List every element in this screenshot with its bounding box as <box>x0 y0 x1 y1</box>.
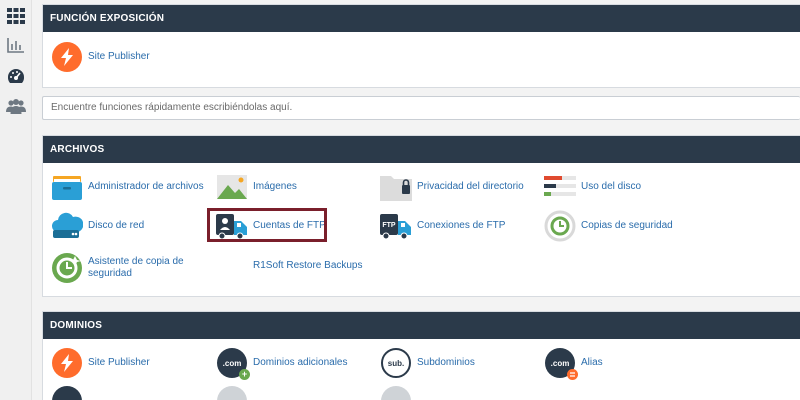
web-disk-label: Disco de red <box>88 220 145 231</box>
addon-domains-icon: .com + <box>216 347 250 380</box>
subdomains-icon: sub. <box>380 347 412 379</box>
domains-row2-item-3[interactable] <box>380 384 412 400</box>
exposure-site-publisher-link[interactable]: Site Publisher <box>51 40 150 74</box>
file-manager-label: Administrador de archivos <box>88 181 204 192</box>
images-label: Imágenes <box>253 181 297 192</box>
dns-editor-icon <box>216 385 248 400</box>
addon-domains-label: Dominios adicionales <box>253 357 348 368</box>
images-link[interactable]: Imágenes <box>216 170 297 204</box>
ftp-accounts-icon <box>216 210 248 242</box>
disk-usage-icon <box>544 171 576 203</box>
domains-site-publisher-label: Site Publisher <box>88 357 150 368</box>
addon-domains-badge: .com <box>222 358 242 368</box>
file-manager-icon <box>51 171 83 203</box>
domains-row2-item-2[interactable] <box>216 384 248 400</box>
r1soft-restore-icon <box>216 250 248 282</box>
left-sidebar <box>0 0 32 400</box>
backup-wizard-link[interactable]: Asistente de copia de seguridad <box>51 252 198 284</box>
domains-panel-title: DOMINIOS <box>43 312 800 339</box>
backup-link[interactable]: Copias de seguridad <box>544 209 673 243</box>
web-disk-link[interactable]: Disco de red <box>51 209 144 243</box>
r1soft-restore-link[interactable]: R1Soft Restore Backups <box>216 249 363 283</box>
subdomains-label: Subdominios <box>417 357 475 368</box>
svg-text:FTP: FTP <box>382 222 396 229</box>
backup-icon <box>544 210 576 242</box>
images-icon <box>216 171 248 203</box>
redirects-icon <box>51 385 83 400</box>
users-icon[interactable] <box>6 96 26 116</box>
file-manager-link[interactable]: Administrador de archivos <box>51 170 204 204</box>
aliases-label: Alias <box>581 357 603 368</box>
ftp-accounts-link[interactable]: Cuentas de FTP <box>216 209 326 243</box>
addon-domains-link[interactable]: .com + Dominios adicionales <box>216 346 348 380</box>
apps-grid-icon[interactable] <box>6 6 26 26</box>
main-content: FUNCIÓN EXPOSICIÓN Site Publisher Encuen… <box>42 0 800 400</box>
aliases-badge: .com <box>550 358 570 368</box>
domains-row2-item-1[interactable] <box>51 384 83 400</box>
disk-usage-label: Uso del disco <box>581 181 642 192</box>
r1soft-restore-label: R1Soft Restore Backups <box>253 260 363 271</box>
equals-icon <box>567 369 578 380</box>
ftp-connections-label: Conexiones de FTP <box>417 220 506 231</box>
plus-icon: + <box>239 369 250 380</box>
files-panel-title: ARCHIVOS <box>43 136 800 163</box>
web-disk-icon <box>51 210 83 242</box>
site-publisher-icon <box>51 347 83 379</box>
directory-privacy-label: Privacidad del directorio <box>417 181 524 192</box>
directory-privacy-link[interactable]: Privacidad del directorio <box>380 170 524 204</box>
backup-wizard-icon <box>51 252 83 284</box>
dns-zone-icon <box>380 385 412 400</box>
aliases-icon: .com <box>544 347 578 380</box>
ftp-connections-icon: FTP <box>380 210 412 242</box>
domains-site-publisher-link[interactable]: Site Publisher <box>51 346 150 380</box>
exposure-panel-title: FUNCIÓN EXPOSICIÓN <box>43 5 800 32</box>
backup-label: Copias de seguridad <box>581 220 673 231</box>
ftp-connections-link[interactable]: FTP Conexiones de FTP <box>380 209 505 243</box>
feature-search-input[interactable]: Encuentre funciones rápidamente escribié… <box>42 96 800 120</box>
exposure-panel: FUNCIÓN EXPOSICIÓN Site Publisher <box>42 4 800 88</box>
dashboard-gauge-icon[interactable] <box>6 66 26 86</box>
aliases-link[interactable]: .com Alias <box>544 346 603 380</box>
subdomains-link[interactable]: sub. Subdominios <box>380 346 475 380</box>
ftp-accounts-label: Cuentas de FTP <box>253 220 326 231</box>
directory-privacy-icon <box>380 171 412 203</box>
site-publisher-label: Site Publisher <box>88 51 150 62</box>
site-publisher-icon <box>51 41 83 73</box>
subdomains-badge: sub. <box>387 358 405 368</box>
stats-chart-icon[interactable] <box>6 35 26 55</box>
disk-usage-link[interactable]: Uso del disco <box>544 170 641 204</box>
backup-wizard-label: Asistente de copia de seguridad <box>88 256 184 279</box>
